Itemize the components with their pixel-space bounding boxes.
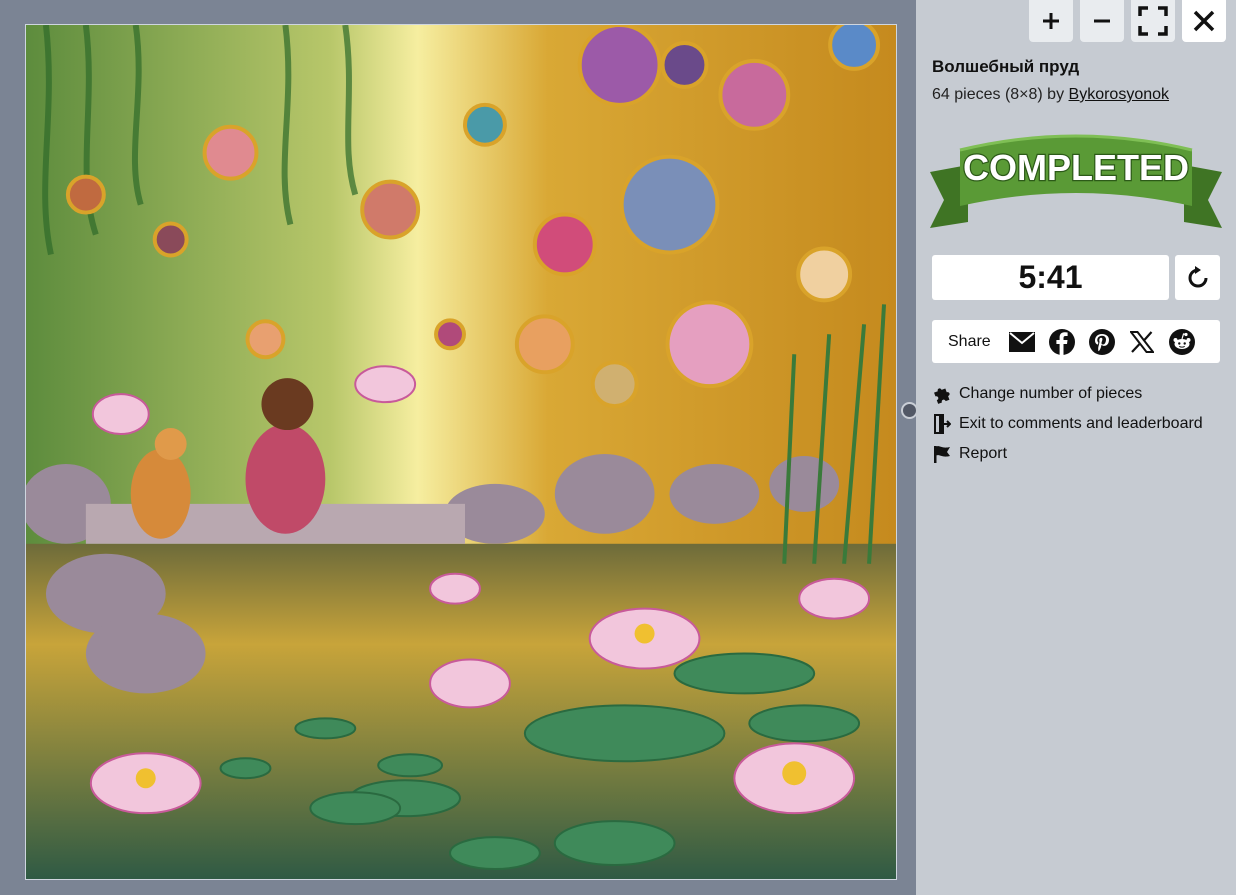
- minus-icon: [1094, 19, 1110, 23]
- completed-ribbon: COMPLETED: [930, 134, 1222, 228]
- puzzle-stage: [0, 0, 918, 895]
- puzzle-piece-icon: [932, 383, 952, 405]
- pieces-info: 64 pieces (8×8) by: [932, 86, 1069, 103]
- share-label: Share: [948, 332, 991, 350]
- author-link[interactable]: Bykorosyonok: [1069, 86, 1170, 103]
- exit-link[interactable]: Exit to comments and leaderboard: [932, 413, 1203, 435]
- puzzle-title: Волшебный пруд: [932, 57, 1080, 76]
- reddit-icon[interactable]: [1168, 328, 1195, 355]
- fullscreen-icon: [1138, 6, 1168, 36]
- restart-button[interactable]: [1175, 255, 1220, 300]
- exit-label: Exit to comments and leaderboard: [959, 415, 1203, 432]
- report-link[interactable]: Report: [932, 443, 1007, 465]
- fullscreen-button[interactable]: [1131, 0, 1175, 42]
- puzzle-image[interactable]: [25, 24, 897, 880]
- completed-label: COMPLETED: [963, 147, 1189, 188]
- report-label: Report: [959, 445, 1008, 462]
- x-icon[interactable]: [1129, 329, 1155, 355]
- plus-icon: [1043, 13, 1059, 29]
- email-icon[interactable]: [1008, 329, 1035, 355]
- flag-icon: [932, 443, 952, 465]
- puzzle-meta: 64 pieces (8×8) by Bykorosyonok: [932, 86, 1169, 104]
- restart-icon: [1188, 265, 1207, 287]
- close-button[interactable]: [1182, 0, 1226, 42]
- change-pieces-label: Change number of pieces: [959, 385, 1143, 402]
- close-icon: [1193, 10, 1215, 32]
- facebook-icon[interactable]: [1048, 328, 1075, 355]
- puzzle-artwork: [26, 25, 896, 879]
- change-pieces-link[interactable]: Change number of pieces: [932, 383, 1142, 405]
- exit-door-icon: [932, 413, 952, 435]
- sidebar: Волшебный пруд 64 pieces (8×8) by Bykoro…: [916, 0, 1236, 895]
- timer: 5:41: [932, 255, 1169, 300]
- zoom-out-button[interactable]: [1080, 0, 1124, 42]
- zoom-in-button[interactable]: [1029, 0, 1073, 42]
- share-box: Share: [932, 320, 1220, 363]
- pinterest-icon[interactable]: [1088, 328, 1115, 355]
